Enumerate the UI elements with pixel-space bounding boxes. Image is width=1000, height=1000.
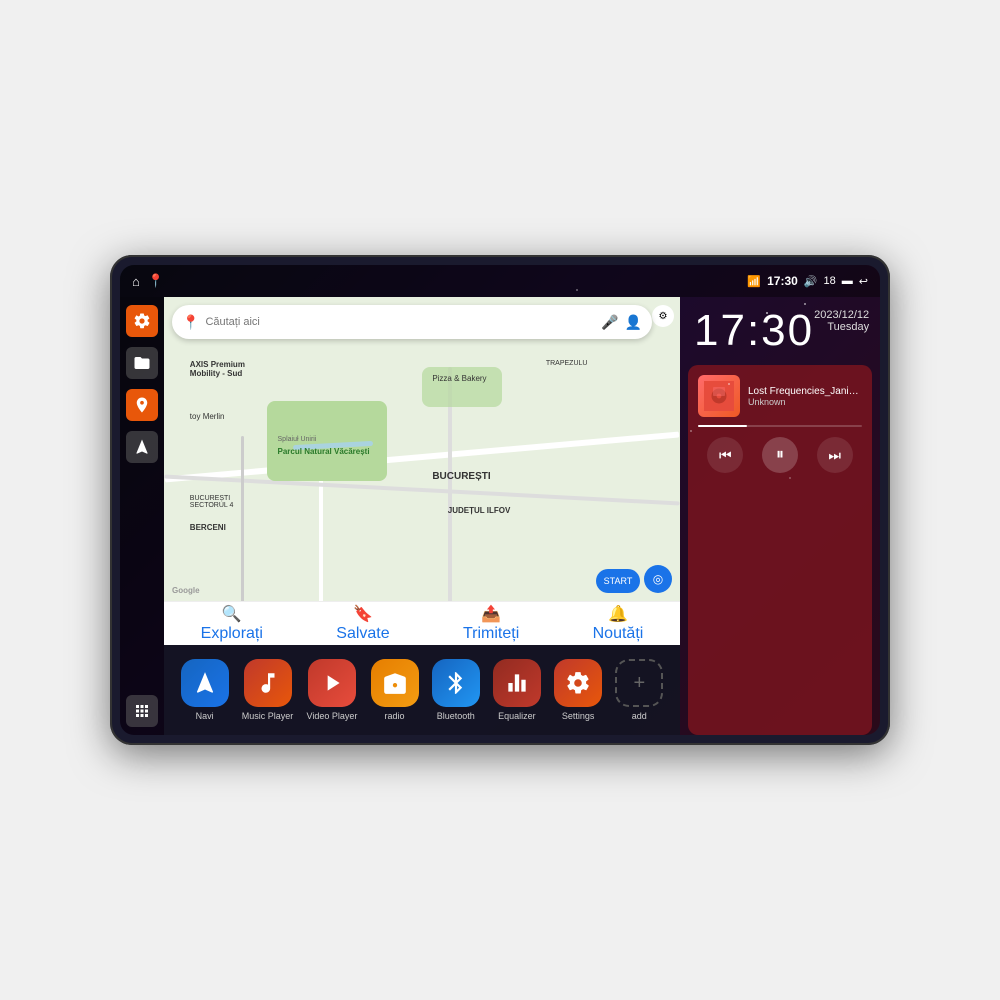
map-label-pizza: Pizza & Bakery [432, 374, 486, 383]
map-background: AXIS PremiumMobility - Sud Pizza & Baker… [164, 297, 680, 645]
map-label-axis: AXIS PremiumMobility - Sud [190, 360, 245, 378]
map-label-merlin: toy Merlin [190, 412, 225, 421]
equalizer-icon [493, 659, 541, 707]
music-player-label: Music Player [242, 711, 294, 721]
music-info: Lost Frequencies_Janie... Unknown [698, 375, 862, 417]
app-video-player[interactable]: Video Player [306, 659, 357, 721]
home-icon: ⌂ [132, 274, 140, 289]
google-maps-icon: 📍 [182, 314, 199, 331]
music-player-icon [244, 659, 292, 707]
map-label-berceni: BERCENI [190, 523, 226, 532]
status-bar: ⌂ 📍 📶 17:30 🔊 18 ▬ ↩ [120, 265, 880, 297]
clock-date-year: 2023/12/12 [814, 309, 869, 321]
bluetooth-icon [432, 659, 480, 707]
right-panel: 17:30 2023/12/12 Tuesday [680, 297, 880, 735]
navi-label: Navi [196, 711, 214, 721]
clock-date-day: Tuesday [814, 321, 869, 333]
app-radio[interactable]: radio [371, 659, 419, 721]
map-label-ilfov: JUDEȚUL ILFOV [448, 506, 511, 515]
car-display: ⌂ 📍 📶 17:30 🔊 18 ▬ ↩ [110, 255, 890, 745]
clock-date: 2023/12/12 Tuesday [814, 309, 869, 333]
map-settings-button[interactable]: ⚙ [652, 305, 674, 327]
radio-label: radio [385, 711, 405, 721]
app-bluetooth[interactable]: Bluetooth [432, 659, 480, 721]
map-explore-button[interactable]: 🔍 Explorați [201, 604, 263, 643]
settings-icon [554, 659, 602, 707]
left-sidebar [120, 297, 164, 735]
map-navigate-button[interactable]: START [596, 569, 640, 593]
sidebar-location-button[interactable] [126, 389, 158, 421]
mic-icon[interactable]: 🎤 [601, 314, 618, 331]
map-label-buc: BUCUREȘTI [432, 471, 490, 482]
add-icon: + [615, 659, 663, 707]
map-label-parc: Parcul Natural Văcărești [278, 447, 370, 456]
battery-icon: ▬ [842, 275, 853, 287]
video-player-label: Video Player [306, 711, 357, 721]
music-title: Lost Frequencies_Janie... [748, 386, 862, 397]
app-music-player[interactable]: Music Player [242, 659, 294, 721]
map-news-button[interactable]: 🔔 Noutăți [593, 604, 644, 643]
map-bottom-bar: 🔍 Explorați 🔖 Salvate 📤 Trimiteți � [164, 601, 680, 645]
settings-label: Settings [562, 711, 595, 721]
music-prev-button[interactable]: ⏮ [707, 437, 743, 473]
sidebar-settings-button[interactable] [126, 305, 158, 337]
music-next-button[interactable]: ⏭ [817, 437, 853, 473]
google-logo: Google [172, 586, 200, 595]
volume-icon: 🔊 [804, 275, 818, 288]
music-artist: Unknown [748, 397, 862, 407]
map-location-fab[interactable]: ◎ [644, 565, 672, 593]
add-label: add [632, 711, 647, 721]
map-label-splai: Splaiuł Unirii [278, 436, 317, 443]
battery-level: 18 [824, 275, 836, 287]
equalizer-label: Equalizer [498, 711, 536, 721]
map-label-sector: BUCUREȘTISECTORUL 4 [190, 495, 234, 509]
screen: ⌂ 📍 📶 17:30 🔊 18 ▬ ↩ [120, 265, 880, 735]
status-left-icons: ⌂ 📍 [132, 273, 164, 289]
main-content: AXIS PremiumMobility - Sud Pizza & Baker… [120, 297, 880, 735]
music-progress-bar[interactable] [698, 425, 862, 427]
center-area: AXIS PremiumMobility - Sud Pizza & Baker… [164, 297, 680, 735]
music-text: Lost Frequencies_Janie... Unknown [748, 386, 862, 407]
clock-widget: 17:30 2023/12/12 Tuesday [680, 297, 880, 365]
map-label-trap: TRAPEZULU [546, 360, 588, 367]
map-search-bar[interactable]: 📍 🎤 👤 [172, 305, 652, 339]
map-share-button[interactable]: 📤 Trimiteți [463, 604, 519, 643]
music-pause-button[interactable]: ⏸ [762, 437, 798, 473]
clock-time: 17:30 [694, 309, 814, 353]
music-widget: Lost Frequencies_Janie... Unknown ⏮ ⏸ ⏭ [688, 365, 872, 735]
wifi-icon: 📶 [747, 275, 761, 288]
bluetooth-label: Bluetooth [437, 711, 475, 721]
app-add[interactable]: + add [615, 659, 663, 721]
map-search-input[interactable] [205, 316, 595, 328]
app-settings[interactable]: Settings [554, 659, 602, 721]
account-icon[interactable]: 👤 [625, 314, 642, 331]
map-container[interactable]: AXIS PremiumMobility - Sud Pizza & Baker… [164, 297, 680, 645]
back-icon[interactable]: ↩ [859, 275, 868, 288]
sidebar-files-button[interactable] [126, 347, 158, 379]
music-album-art [698, 375, 740, 417]
sidebar-navigate-button[interactable] [126, 431, 158, 463]
music-progress-fill [698, 425, 747, 427]
sidebar-apps-button[interactable] [126, 695, 158, 727]
status-right-info: 📶 17:30 🔊 18 ▬ ↩ [747, 274, 868, 288]
video-player-icon [308, 659, 356, 707]
status-time: 17:30 [767, 274, 798, 288]
app-dock: Navi Music Player Video Player [164, 645, 680, 735]
map-saved-button[interactable]: 🔖 Salvate [336, 604, 389, 643]
map-pin-icon: 📍 [148, 273, 164, 289]
music-controls: ⏮ ⏸ ⏭ [698, 437, 862, 473]
app-equalizer[interactable]: Equalizer [493, 659, 541, 721]
app-navi[interactable]: Navi [181, 659, 229, 721]
navi-icon [181, 659, 229, 707]
radio-icon [371, 659, 419, 707]
